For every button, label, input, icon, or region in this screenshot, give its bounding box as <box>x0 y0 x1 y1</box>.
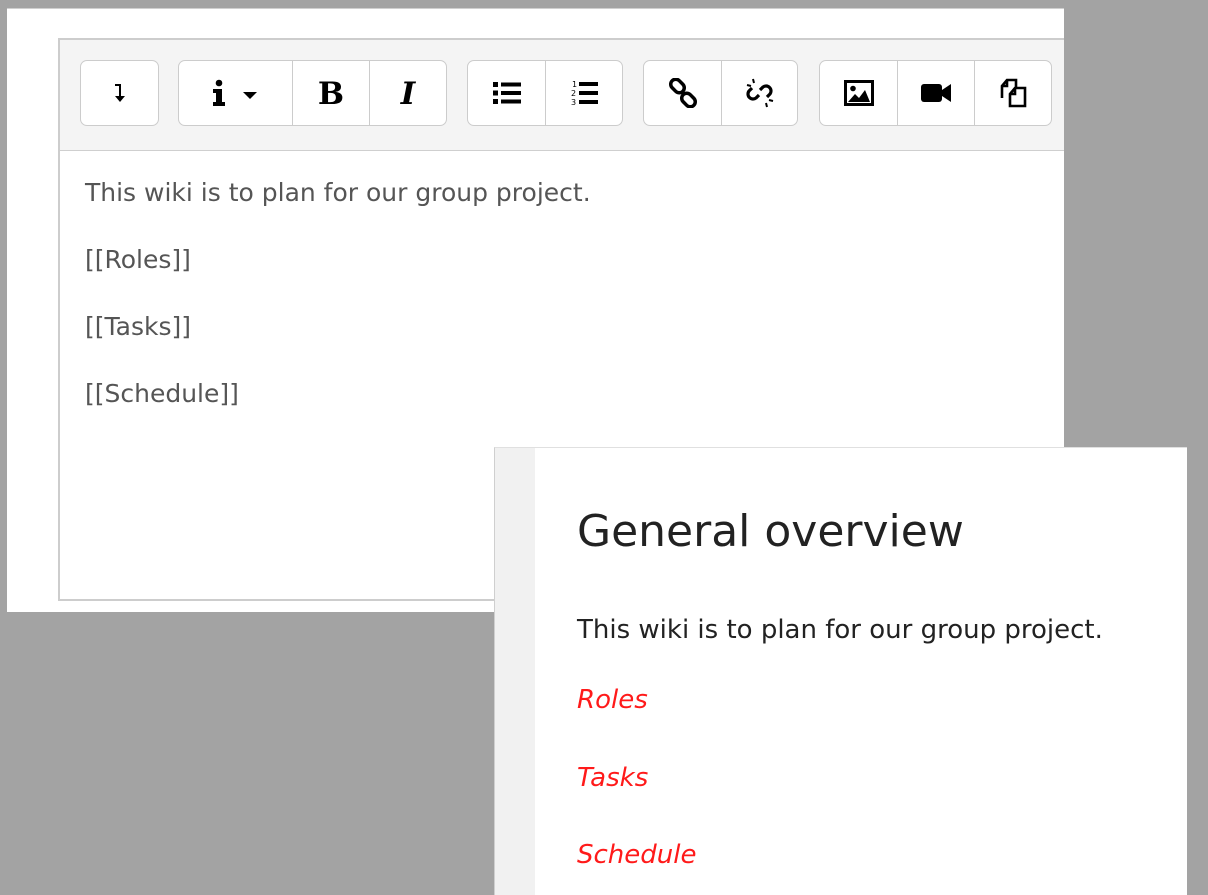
editor-line-intro: This wiki is to plan for our group proje… <box>85 178 591 207</box>
link-button[interactable] <box>644 61 722 125</box>
svg-text:2: 2 <box>571 89 576 98</box>
wiki-link-schedule[interactable]: Schedule <box>577 839 696 871</box>
show-more-buttons-button[interactable] <box>81 61 158 125</box>
bold-button[interactable]: B <box>293 61 370 125</box>
ordered-list-button[interactable]: 1 2 3 <box>546 61 622 125</box>
show-more-buttons-icon <box>114 84 125 102</box>
editor-line-tasks: [[Tasks]] <box>85 312 191 341</box>
copy-files-icon <box>1000 78 1027 108</box>
unlink-button[interactable] <box>722 61 797 125</box>
info-icon <box>212 79 257 106</box>
page-title: General overview <box>577 506 964 557</box>
toolbar-group-links <box>643 60 798 126</box>
wiki-link-tasks[interactable]: Tasks <box>577 762 648 794</box>
preview-body: This wiki is to plan for our group proje… <box>577 614 1103 870</box>
unlink-icon <box>745 78 773 108</box>
toolbar-group-collapse <box>80 60 159 126</box>
svg-text:1: 1 <box>572 80 577 89</box>
svg-text:B: B <box>318 77 344 109</box>
link-icon <box>668 78 697 108</box>
toolbar-group-lists: 1 2 3 <box>467 60 623 126</box>
paragraph-styles-button[interactable] <box>179 61 293 125</box>
insert-media-button[interactable] <box>898 61 975 125</box>
wiki-link-roles[interactable]: Roles <box>577 684 648 716</box>
svg-text:3: 3 <box>571 98 576 107</box>
preview-gutter <box>495 448 535 895</box>
toolbar-group-style: B I <box>178 60 447 126</box>
editor-line-schedule: [[Schedule]] <box>85 379 239 408</box>
bold-icon: B <box>318 77 344 109</box>
italic-icon: I <box>400 77 417 109</box>
toolbar-group-media <box>819 60 1052 126</box>
editor-content[interactable]: This wiki is to plan for our group proje… <box>85 178 1044 446</box>
editor-line-roles: [[Roles]] <box>85 245 191 274</box>
video-icon <box>921 84 951 102</box>
unordered-list-icon <box>492 82 521 104</box>
ordered-list-icon: 1 2 3 <box>571 80 598 107</box>
editor-toolbar: B I 1 2 3 <box>60 40 1064 151</box>
insert-image-button[interactable] <box>820 61 898 125</box>
image-icon <box>843 80 874 106</box>
unordered-list-button[interactable] <box>468 61 546 125</box>
svg-text:I: I <box>400 77 417 109</box>
manage-files-button[interactable] <box>975 61 1051 125</box>
italic-button[interactable]: I <box>370 61 446 125</box>
wiki-page-preview: General overview This wiki is to plan fo… <box>494 447 1187 895</box>
preview-intro-text: This wiki is to plan for our group proje… <box>577 615 1103 645</box>
